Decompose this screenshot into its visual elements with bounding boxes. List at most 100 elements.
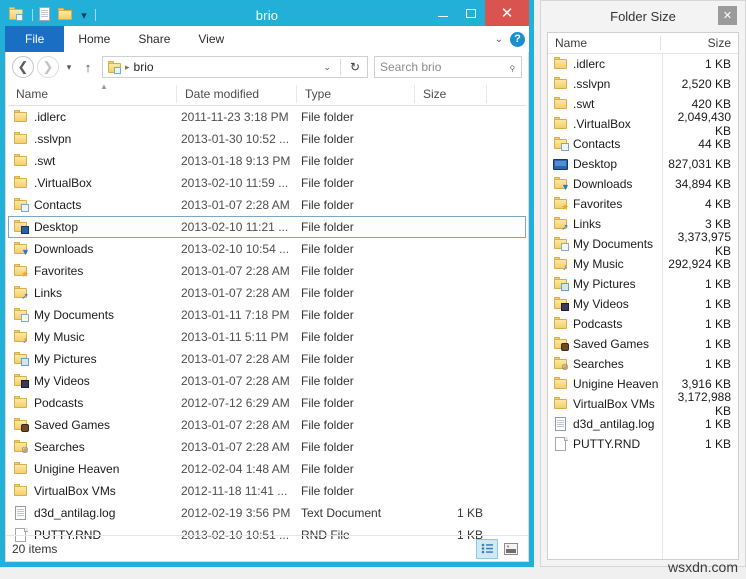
list-item[interactable]: .idlerc 1 KB — [548, 54, 738, 74]
minimize-button[interactable] — [429, 0, 457, 26]
column-header-size[interactable]: Size — [414, 84, 486, 103]
column-header-name[interactable]: Name — [8, 85, 176, 103]
fs-name-cell: My Pictures — [548, 277, 660, 291]
address-dropdown-icon[interactable]: ⌄ — [323, 62, 336, 73]
table-row[interactable]: Unigine Heaven 2012-02-04 1:48 AM File fol… — [8, 458, 526, 480]
type-cell: File folder — [301, 264, 354, 278]
recent-locations-icon[interactable]: ▾ — [62, 62, 76, 73]
file-name-cell[interactable]: Unigine Heaven — [13, 462, 181, 476]
table-row[interactable]: Contacts 2013-01-07 2:28 AM File folder — [8, 194, 526, 216]
back-button[interactable]: ❮ — [12, 56, 34, 78]
file-name-cell[interactable]: ★ Favorites — [13, 264, 181, 279]
fs-name-label: Podcasts — [573, 317, 623, 331]
new-item-icon[interactable] — [37, 6, 55, 24]
table-row[interactable]: ▼ Downloads 2013-02-10 10:54 ... File folde… — [8, 238, 526, 260]
column-header-date[interactable]: Date modified — [176, 84, 296, 103]
fs-name-cell: Desktop — [548, 157, 660, 171]
maximize-button[interactable] — [457, 0, 485, 26]
list-item[interactable]: ▼ Downloads 34,894 KB — [548, 174, 738, 194]
chevron-down-icon[interactable]: ⌄ — [495, 34, 503, 45]
new-folder-icon[interactable] — [57, 6, 75, 24]
list-item[interactable]: .sslvpn 2,520 KB — [548, 74, 738, 94]
file-name-cell[interactable]: ➚ Links — [13, 286, 181, 301]
list-item[interactable]: ♪ My Music 292,924 KB — [548, 254, 738, 274]
file-name-cell[interactable]: .idlerc — [13, 110, 181, 124]
breadcrumb-current[interactable]: brio — [134, 60, 320, 74]
file-name-cell[interactable]: My Pictures — [13, 352, 181, 366]
address-bar[interactable]: ▸ brio ⌄ ↻ — [102, 56, 368, 78]
list-item[interactable]: .VirtualBox 2,049,430 KB — [548, 110, 738, 138]
file-name-label: d3d_antilag.log — [34, 506, 116, 520]
list-item[interactable]: Saved Games 1 KB — [548, 334, 738, 354]
folder-size-close-button[interactable]: ✕ — [718, 6, 737, 25]
list-item[interactable]: My Documents 3,373,975 KB — [548, 230, 738, 258]
details-view-button[interactable] — [476, 538, 498, 559]
up-button[interactable]: ↑ — [79, 60, 97, 75]
search-box[interactable]: Search brio ⌕ — [374, 56, 522, 78]
table-row[interactable]: Podcasts 2012-07-12 6:29 AM File folder — [8, 392, 526, 414]
table-row[interactable]: My Pictures 2013-01-07 2:28 AM File folder — [8, 348, 526, 370]
search-input[interactable]: Search brio — [380, 60, 509, 74]
list-item[interactable]: Podcasts 1 KB — [548, 314, 738, 334]
fs-name-label: Desktop — [573, 157, 618, 171]
list-item[interactable]: VirtualBox VMs 3,172,988 KB — [548, 390, 738, 418]
table-row[interactable]: My Videos 2013-01-07 2:28 AM File folder — [8, 370, 526, 392]
file-name-cell[interactable]: Saved Games — [13, 418, 181, 432]
fs-column-header-name[interactable]: Name — [548, 36, 660, 50]
file-name-cell[interactable]: Desktop — [13, 220, 181, 234]
file-name-cell[interactable]: .sslvpn — [13, 132, 181, 146]
table-row[interactable]: ◎ Searches 2013-01-07 2:28 AM File folder — [8, 436, 526, 458]
table-row[interactable]: .VirtualBox 2013-02-10 11:59 ... File fold… — [8, 172, 526, 194]
table-row[interactable]: Desktop 2013-02-10 11:21 ... File folder — [8, 216, 526, 238]
file-name-cell[interactable]: My Videos — [13, 374, 181, 388]
fs-column-header-size[interactable]: Size — [660, 36, 738, 50]
fs-size-cell: 2,520 KB — [681, 77, 731, 91]
table-row[interactable]: d3d_antilag.log 2012-02-19 3:56 PM Text Do… — [8, 502, 526, 524]
list-item[interactable]: ◎ Searches 1 KB — [548, 354, 738, 374]
properties-icon[interactable] — [8, 6, 26, 24]
table-row[interactable]: ★ Favorites 2013-01-07 2:28 AM File folder — [8, 260, 526, 282]
table-row[interactable]: ♪ My Music 2013-01-11 5:11 PM File folder — [8, 326, 526, 348]
list-item[interactable]: My Videos 1 KB — [548, 294, 738, 314]
date-modified-cell: 2013-01-11 7:18 PM — [181, 308, 290, 322]
list-item[interactable]: ★ Favorites 4 KB — [548, 194, 738, 214]
help-icon[interactable]: ? — [510, 31, 525, 47]
thumbnail-view-button[interactable] — [500, 539, 522, 559]
fs-name-cell: ▼ Downloads — [548, 177, 660, 192]
table-row[interactable]: Saved Games 2013-01-07 2:28 AM File folder — [8, 414, 526, 436]
table-row[interactable]: My Documents 2013-01-11 7:18 PM File folde… — [8, 304, 526, 326]
file-name-cell[interactable]: My Documents — [13, 308, 181, 322]
file-name-cell[interactable]: Contacts — [13, 198, 181, 212]
list-item[interactable]: Desktop 827,031 KB — [548, 154, 738, 174]
file-name-cell[interactable]: d3d_antilag.log — [13, 506, 181, 520]
folder-downloads-icon: ▼ — [13, 242, 30, 257]
file-name-cell[interactable]: ◎ Searches — [13, 440, 181, 454]
tab-share[interactable]: Share — [124, 26, 184, 52]
list-item[interactable]: My Pictures 1 KB — [548, 274, 738, 294]
list-item[interactable]: Contacts 44 KB — [548, 134, 738, 154]
forward-button[interactable]: ❯ — [37, 56, 59, 78]
customize-qat-icon[interactable]: ▾ — [77, 9, 91, 22]
file-name-cell[interactable]: ♪ My Music — [13, 330, 181, 345]
file-name-cell[interactable]: VirtualBox VMs — [13, 484, 181, 498]
column-header-type[interactable]: Type — [296, 84, 414, 103]
folder-size-list[interactable]: Name Size .idlerc 1 KB .sslvpn 2,520 KB .swt… — [547, 32, 739, 560]
refresh-icon[interactable]: ↻ — [345, 60, 365, 74]
close-button[interactable]: ✕ — [485, 0, 529, 26]
list-item[interactable]: d3d_antilag.log 1 KB — [548, 414, 738, 434]
fs-size-cell: 292,924 KB — [668, 257, 731, 271]
table-row[interactable]: ➚ Links 2013-01-07 2:28 AM File folder — [8, 282, 526, 304]
tab-view[interactable]: View — [184, 26, 238, 52]
table-row[interactable]: VirtualBox VMs 2012-11-18 11:41 ... File f… — [8, 480, 526, 502]
file-name-cell[interactable]: .swt — [13, 154, 181, 168]
table-row[interactable]: .sslvpn 2013-01-30 10:52 ... File folder — [8, 128, 526, 150]
tab-home[interactable]: Home — [64, 26, 124, 52]
file-list[interactable]: .idlerc 2011-11-23 3:18 PM File folder .ssl… — [6, 106, 528, 546]
table-row[interactable]: .idlerc 2011-11-23 3:18 PM File folder — [8, 106, 526, 128]
file-name-cell[interactable]: .VirtualBox — [13, 176, 181, 190]
file-name-cell[interactable]: Podcasts — [13, 396, 181, 410]
file-name-cell[interactable]: ▼ Downloads — [13, 242, 181, 257]
table-row[interactable]: .swt 2013-01-18 9:13 PM File folder — [8, 150, 526, 172]
list-item[interactable]: PUTTY.RND 1 KB — [548, 434, 738, 454]
tab-file[interactable]: File — [5, 26, 65, 52]
